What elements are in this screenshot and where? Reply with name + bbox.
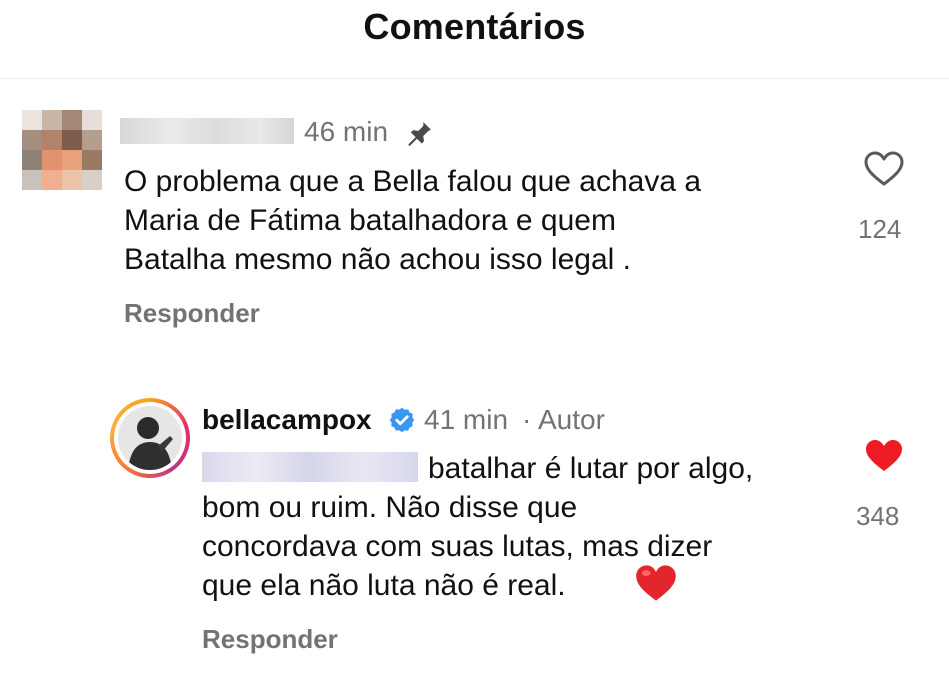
comments-header: Comentários: [0, 0, 949, 79]
page-title: Comentários: [363, 6, 586, 47]
reply-button[interactable]: Responder: [202, 624, 338, 655]
reply-button[interactable]: Responder: [124, 298, 260, 329]
verified-badge-icon: [389, 407, 415, 433]
like-count: 348: [856, 501, 900, 531]
person-silhouette-icon: [118, 406, 182, 470]
red-heart-emoji: [636, 565, 676, 601]
pin-icon: [408, 122, 431, 146]
comment-line: bom ou ruim. Não disse que: [202, 491, 578, 524]
comment-line: concordava com suas lutas, mas dizer: [202, 530, 713, 563]
hidden-mention[interactable]: [202, 452, 418, 482]
comment-line: batalhar é lutar por algo,: [428, 452, 754, 485]
author-label: Autor: [538, 404, 605, 435]
heart-filled-icon[interactable]: [864, 438, 904, 474]
comment-line: Batalha mesmo não achou isso legal .: [124, 243, 631, 276]
comment-time: 41 min: [424, 404, 509, 435]
comment-username[interactable]: bellacampox: [202, 404, 372, 436]
avatar-photo: [118, 406, 182, 470]
hidden-username[interactable]: [120, 118, 294, 144]
avatar[interactable]: [110, 398, 190, 478]
heart-outline-icon[interactable]: [864, 151, 904, 187]
comment-time: 46 min: [304, 116, 389, 147]
separator-dot: ·: [522, 404, 532, 435]
comment-line: O problema que a Bella falou que achava …: [124, 165, 702, 198]
like-count: 124: [858, 214, 902, 244]
avatar[interactable]: [22, 110, 104, 192]
comment-line: Maria de Fátima batalhadora e quem: [124, 204, 616, 237]
comment-line: que ela não luta não é real.: [202, 569, 566, 602]
